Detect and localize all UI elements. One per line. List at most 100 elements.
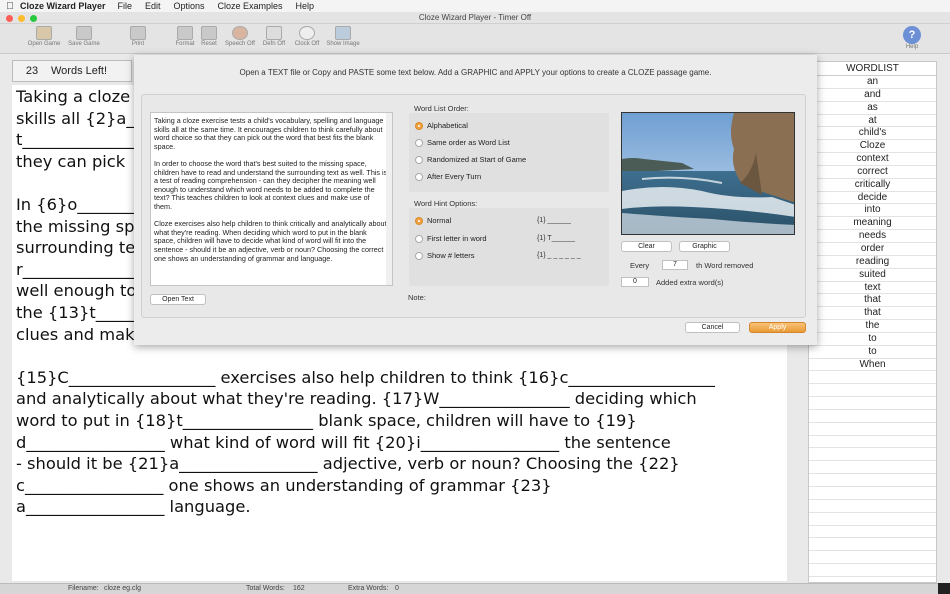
show-image-button[interactable]: Show Image: [323, 26, 363, 47]
wordlist-empty-row: [809, 371, 936, 385]
passage-line: a_________________ language.: [16, 497, 251, 517]
order-every-turn-option[interactable]: After Every Turn: [415, 172, 481, 181]
clock-icon: [299, 26, 315, 40]
extra-words-field[interactable]: 0: [621, 277, 649, 287]
order-alphabetical-option[interactable]: Alphabetical: [415, 121, 468, 130]
words-left-counter: 23 Words Left!: [12, 60, 132, 82]
word-list-order-label: Word List Order:: [414, 104, 469, 113]
extra-words-label: Added extra word(s): [656, 278, 724, 287]
hint-first-letter-option[interactable]: First letter in word: [415, 234, 487, 243]
cancel-button[interactable]: Cancel: [685, 322, 740, 333]
menu-file[interactable]: File: [117, 1, 132, 11]
image-icon: [335, 26, 351, 40]
order-same-option[interactable]: Same order as Word List: [415, 138, 510, 147]
order-alphabetical-label: Alphabetical: [427, 121, 468, 130]
passage-line: c_________________ one shows an understa…: [16, 475, 552, 495]
wordlist-item[interactable]: as: [809, 102, 936, 115]
wordlist-empty-row: [809, 551, 936, 565]
print-button[interactable]: Print: [118, 26, 158, 47]
wordlist-empty-row: [809, 397, 936, 410]
wordlist-empty-row: [809, 423, 936, 436]
wordlist-empty-row: [809, 410, 936, 423]
window-controls: [6, 15, 37, 22]
wordlist-item[interactable]: an: [809, 76, 936, 89]
passage-line: word to put in {18}t________________ bla…: [16, 410, 637, 430]
wordlist-item[interactable]: reading: [809, 256, 936, 269]
hint-first-letter-example: {1} T______: [537, 235, 576, 242]
close-window-button[interactable]: [6, 15, 13, 22]
wordlist-panel: WORDLIST an and as at child's Cloze context cor…: [808, 61, 937, 583]
menu-options[interactable]: Options: [173, 1, 204, 11]
wordlist-empty-row: [809, 384, 936, 398]
wordlist-item[interactable]: When: [809, 359, 936, 372]
clock-off-label: Clock Off: [294, 41, 320, 47]
passage-line: - should it be {21}a_________________ ad…: [16, 454, 680, 474]
graphic-button[interactable]: Graphic: [679, 241, 730, 252]
wordlist-item[interactable]: to: [809, 333, 936, 346]
save-game-button[interactable]: Save Game: [64, 26, 104, 47]
hint-show-letters-label: Show # letters: [427, 251, 475, 260]
window-titlebar: Cloze Wizard Player - Timer Off: [0, 12, 950, 24]
apple-icon[interactable]: : [0, 1, 20, 12]
order-randomized-option[interactable]: Randomized at Start of Game: [415, 155, 526, 164]
every-nth-word-field[interactable]: 7: [662, 260, 688, 270]
extra-words-label: Extra Words:: [348, 585, 389, 592]
radio-icon: [415, 138, 423, 147]
radio-icon: [415, 172, 423, 181]
apply-button[interactable]: Apply: [749, 322, 806, 333]
wordlist-item[interactable]: text: [809, 282, 936, 295]
wordlist-item[interactable]: Cloze: [809, 140, 936, 154]
wordlist-item[interactable]: decide: [809, 192, 936, 205]
window-title: Cloze Wizard Player - Timer Off: [418, 13, 532, 22]
source-text-area[interactable]: Taking a cloze exercise tests a child's …: [150, 112, 393, 286]
clock-off-button[interactable]: Clock Off: [287, 26, 327, 47]
wordlist-item[interactable]: and: [809, 89, 936, 102]
help-icon: ?: [903, 26, 921, 44]
wordlist-item[interactable]: suited: [809, 269, 936, 282]
wordlist-item[interactable]: critically: [809, 179, 936, 192]
wordlist-empty-row: [809, 474, 936, 487]
clear-graphic-button[interactable]: Clear: [621, 241, 672, 252]
passage-line: {15}C__________________ exercises also h…: [16, 367, 715, 387]
zoom-window-button[interactable]: [30, 15, 37, 22]
wordlist-item[interactable]: the: [809, 320, 936, 333]
wordlist-item[interactable]: that: [809, 294, 936, 308]
wordlist-item[interactable]: child's: [809, 127, 936, 141]
passage-line: d_________________ what kind of word wil…: [16, 432, 671, 452]
wordlist-item[interactable]: at: [809, 115, 936, 128]
every-label: Every: [630, 261, 650, 270]
wordlist-item[interactable]: to: [809, 346, 936, 359]
wordlist-item[interactable]: correct: [809, 166, 936, 179]
wordlist-item[interactable]: needs: [809, 230, 936, 243]
wordlist-item[interactable]: meaning: [809, 217, 936, 231]
wordlist-item[interactable]: order: [809, 243, 936, 256]
wordlist-empty-row: [809, 448, 936, 462]
hint-show-letters-option[interactable]: Show # letters: [415, 251, 475, 260]
menu-edit[interactable]: Edit: [145, 1, 161, 11]
menu-cloze-examples[interactable]: Cloze Examples: [218, 1, 283, 11]
open-game-button[interactable]: Open Game: [24, 26, 64, 47]
word-hint-options: Normal {1} ______ First letter in word {…: [409, 208, 609, 286]
extra-words-value: 0: [395, 585, 399, 592]
hint-show-letters-example: {1} _ _ _ _ _ _: [537, 252, 581, 259]
app-menu[interactable]: Cloze Wizard Player: [20, 1, 105, 11]
text-area-scrollbar[interactable]: [386, 113, 392, 285]
wordlist-item[interactable]: into: [809, 204, 936, 218]
radio-selected-icon: [415, 216, 423, 225]
hint-normal-option[interactable]: Normal: [415, 216, 451, 225]
word-list-order-options: Alphabetical Same order as Word List Ran…: [409, 113, 609, 192]
help-button[interactable]: ? Help: [892, 26, 932, 50]
open-text-button[interactable]: Open Text: [150, 294, 206, 305]
help-label: Help: [905, 44, 919, 50]
reset-label: Reset: [201, 41, 217, 47]
wordlist-item[interactable]: that: [809, 307, 936, 321]
print-label: Print: [131, 41, 145, 47]
hint-normal-label: Normal: [427, 216, 452, 225]
radio-selected-icon: [415, 121, 423, 130]
wordlist-empty-row: [809, 487, 936, 500]
minimize-window-button[interactable]: [18, 15, 25, 22]
seascape-image: [622, 113, 794, 234]
menu-help[interactable]: Help: [296, 1, 315, 11]
resize-corner[interactable]: [938, 583, 950, 594]
wordlist-item[interactable]: context: [809, 153, 936, 166]
